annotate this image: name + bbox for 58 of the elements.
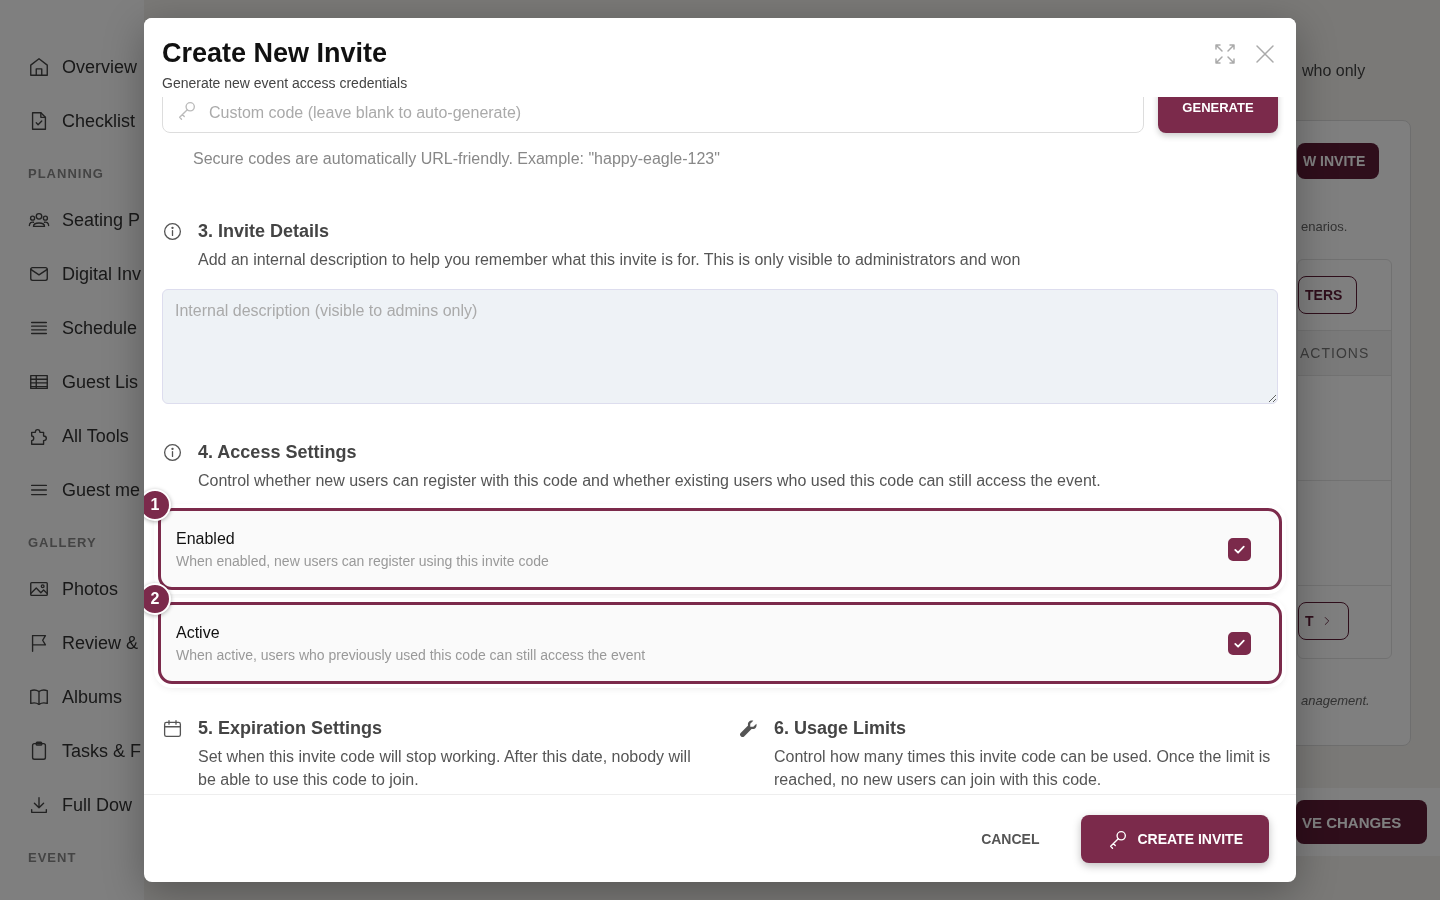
section-description: Set when this invite code will stop working. After this date, nobody will be able to use this code to join. <box>198 747 692 790</box>
footnote-text: anagement. <box>1300 692 1371 708</box>
dialog-title: Create New Invite <box>162 38 389 69</box>
sidebar-item[interactable]: Checklist <box>62 110 136 132</box>
section-description: Add an internal description to help you remember what this invite is for. This is only visible to administrators and won <box>198 250 1022 270</box>
section-title: 5. Expiration Settings <box>198 718 383 739</box>
hint-text: Secure codes are automatically URL-friendly. Example: "happy-eagle-123" <box>192 149 721 169</box>
home-icon <box>28 56 50 78</box>
section-description: Control whether new users can register with this code and whether existing users who used this code can still access the event. <box>198 471 1102 491</box>
info-icon <box>162 221 183 242</box>
sidebar-item[interactable]: Review & <box>62 632 139 654</box>
generate-button[interactable]: GENERATE <box>1158 97 1278 133</box>
sidebar-item[interactable]: All Tools <box>62 425 129 447</box>
description-text: who only <box>1301 62 1367 81</box>
sidebar-item[interactable]: Guest me <box>62 479 141 501</box>
section-description: Control how many times this invite code can be used. Once the limit is reached, no new users can join with this code. <box>774 747 1272 790</box>
sidebar-item[interactable]: Albums <box>62 686 123 708</box>
download-icon <box>28 794 50 816</box>
option-label: Enabled <box>176 529 236 548</box>
option-label: Active <box>176 623 221 642</box>
sidebar-item[interactable]: Full Dow <box>62 794 132 816</box>
sidebar-item[interactable]: Digital Inv <box>62 263 142 285</box>
sidebar-item[interactable]: Photos <box>62 578 119 600</box>
info-icon <box>162 442 183 463</box>
number-badge: 2 <box>144 583 171 615</box>
section-heading: EVENT <box>28 849 78 867</box>
description-field[interactable]: Internal description (visible to admins only) <box>162 289 1278 404</box>
filters-button[interactable]: TERS <box>1298 276 1358 314</box>
save-changes-button[interactable]: VE CHANGES <box>1296 800 1428 844</box>
section-title: 3. Invite Details <box>198 221 330 242</box>
dialog-subtitle: Generate new event access credentials <box>162 75 408 91</box>
option-description: When active, users who previously used this code can still access the event <box>176 646 646 663</box>
column-header: ACTIONS <box>1298 330 1391 376</box>
expand-icon <box>1213 42 1237 66</box>
create-invite-button[interactable]: CREATE INVITE <box>1081 814 1269 863</box>
sidebar-item[interactable]: Guest Lis <box>62 371 139 393</box>
section-heading: PLANNING <box>28 165 105 183</box>
calendar-icon <box>162 718 183 739</box>
checkbox[interactable] <box>1228 537 1251 561</box>
option-description: When enabled, new users can register using this invite code <box>176 552 549 569</box>
code-input-field[interactable]: Custom code (leave blank to auto-generate) <box>162 97 1144 133</box>
next-button[interactable]: T <box>1298 602 1349 640</box>
checkbox[interactable] <box>1228 631 1251 655</box>
close-icon <box>1253 42 1277 66</box>
sidebar-item[interactable]: Overview <box>62 56 137 78</box>
sidebar-item[interactable]: Tasks & F <box>62 740 141 762</box>
wrench-icon <box>738 718 759 739</box>
sidebar-item[interactable]: Seating P <box>62 209 141 231</box>
book-icon <box>28 686 50 708</box>
sidebar-item[interactable]: Schedule <box>62 317 138 339</box>
section-title: 6. Usage Limits <box>774 718 907 739</box>
description-text: enarios. <box>1300 218 1349 236</box>
new-invite-button[interactable]: W INVITE <box>1297 143 1380 179</box>
number-badge: 1 <box>144 489 171 521</box>
cancel-button[interactable]: CANCEL <box>975 829 1046 848</box>
key-icon <box>176 99 198 121</box>
section-title: 4. Access Settings <box>198 442 357 463</box>
section-heading: GALLERY <box>28 534 98 552</box>
